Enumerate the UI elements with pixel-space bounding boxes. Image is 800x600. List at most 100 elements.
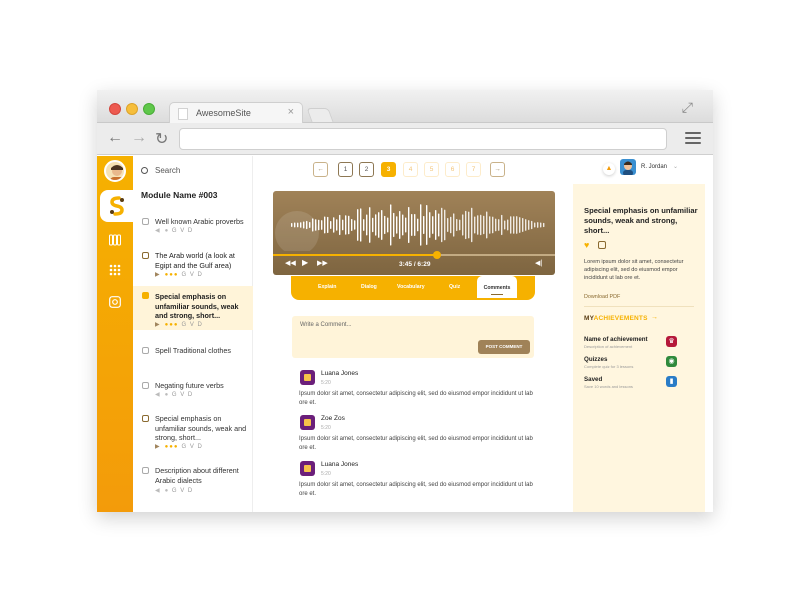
play-icon[interactable] <box>142 292 149 299</box>
lesson-checkbox[interactable] <box>142 252 149 259</box>
waveform-bar <box>444 209 446 241</box>
comment-author: Zoe Zos <box>321 415 345 422</box>
play-icon[interactable]: ▶ <box>302 258 308 267</box>
waveform-bar <box>363 219 365 231</box>
lesson-checkbox[interactable] <box>142 467 149 474</box>
fullscreen-icon[interactable]: ⤢ <box>682 99 693 116</box>
page-5-button[interactable]: 5 <box>424 162 439 177</box>
lesson-meta: ◀ ● G V D <box>155 228 194 234</box>
avatar <box>300 370 315 385</box>
rewind-icon[interactable]: ◀◀ <box>285 259 296 267</box>
page-6-button[interactable]: 6 <box>445 162 460 177</box>
lesson-meta-label: G V D <box>171 392 194 398</box>
lesson-meta-label: G V D <box>181 272 203 278</box>
lesson-item[interactable]: Description about different Arabic diale… <box>133 463 253 503</box>
next-page-button[interactable]: → <box>490 162 505 177</box>
stage: AwesomeSite × ⤢ ← → ↻ Search Module Name… <box>0 0 800 600</box>
waveform-bar <box>501 214 503 236</box>
forward-arrow-icon[interactable]: → <box>131 129 147 147</box>
achievements-arrow-icon[interactable]: → <box>651 314 658 321</box>
reload-icon[interactable]: ↻ <box>155 129 168 149</box>
hamburger-menu-icon[interactable] <box>685 132 701 146</box>
new-tab-button[interactable] <box>306 108 334 122</box>
rail-item-lessons[interactable] <box>100 190 133 222</box>
download-pdf-link[interactable]: Download PDF <box>584 294 620 300</box>
avatar <box>300 415 315 430</box>
waveform-bar <box>333 217 335 233</box>
post-comment-button[interactable]: POST COMMENT <box>478 340 530 354</box>
grid-icon[interactable] <box>97 264 133 279</box>
lesson-title: Well known Arabic proverbs <box>155 217 244 226</box>
tab-explain[interactable]: Explain <box>318 284 336 290</box>
bell-icon[interactable]: ▲ <box>603 163 615 175</box>
lesson-item[interactable]: Negating future verbs ◀ ● G V D <box>133 378 253 404</box>
lesson-checkbox[interactable] <box>142 347 149 354</box>
record-icon[interactable] <box>97 296 133 311</box>
address-bar[interactable] <box>179 128 667 150</box>
quiz-icon: ◉ <box>666 356 677 367</box>
browser-tab[interactable]: AwesomeSite × <box>169 102 303 124</box>
browser-window: AwesomeSite × ⤢ ← → ↻ Search Module Name… <box>97 90 713 512</box>
waveform-bar <box>528 220 530 230</box>
books-icon[interactable] <box>97 234 133 249</box>
avatar[interactable] <box>620 159 636 175</box>
comment-input[interactable]: Write a Comment... POST COMMENT <box>292 316 534 358</box>
nav-rail <box>97 156 133 512</box>
lesson-checkbox[interactable] <box>142 382 149 389</box>
avatar[interactable] <box>104 160 126 182</box>
waveform-bar <box>324 216 326 234</box>
maximize-window-button[interactable] <box>143 103 155 115</box>
back-arrow-icon[interactable]: ← <box>107 129 123 147</box>
waveform-bar <box>384 215 386 235</box>
lesson-item-active[interactable]: Special emphasis on unfamiliar sounds, w… <box>133 286 253 330</box>
user-name[interactable]: R. Jordan <box>641 164 667 170</box>
waveform-bar <box>330 221 332 229</box>
lesson-checkbox[interactable] <box>142 218 149 225</box>
bookmark-icon[interactable] <box>598 241 606 249</box>
page-3-button[interactable]: 3 <box>381 162 396 177</box>
audio-player: ◀◀ ▶ ▶▶ 3:45 / 6:29 ◀| <box>273 191 555 275</box>
achievement-desc: Save 10 words and lessons <box>584 384 633 389</box>
heart-icon[interactable]: ♥ <box>584 240 589 250</box>
module-title: Module Name #003 <box>141 190 218 200</box>
lesson-title: Special emphasis on unfamiliar sounds, w… <box>155 292 239 320</box>
waveform-bar <box>525 219 527 231</box>
waveform-bar <box>399 211 401 239</box>
tab-dialog[interactable]: Dialog <box>361 284 377 290</box>
page-4-button[interactable]: 4 <box>403 162 418 177</box>
page-7-button[interactable]: 7 <box>466 162 481 177</box>
tab-quiz[interactable]: Quiz <box>449 284 460 290</box>
waveform-bar <box>345 215 347 235</box>
chevron-down-icon[interactable]: ⌄ <box>673 163 678 170</box>
audio-progress-knob[interactable] <box>432 251 441 259</box>
page-1-button[interactable]: 1 <box>338 162 353 177</box>
close-window-button[interactable] <box>109 103 121 115</box>
waveform-bar <box>414 214 416 236</box>
tab-comments-label: Comments <box>483 285 511 291</box>
achievement-desc: Complete quiz for 3 lessons <box>584 364 634 369</box>
lesson-item[interactable]: Special emphasis on unfamiliar sounds, w… <box>133 411 253 455</box>
lesson-meta: ▶ ●●● G V D <box>155 322 203 328</box>
prev-page-button[interactable]: ← <box>313 162 328 177</box>
volume-icon[interactable]: ◀| <box>535 259 542 267</box>
browser-titlebar: AwesomeSite × ⤢ <box>97 90 713 124</box>
audio-progress-bar[interactable] <box>273 251 555 259</box>
lesson-item[interactable]: Well known Arabic proverbs ◀ ● G V D <box>133 214 253 240</box>
forward-icon[interactable]: ▶▶ <box>317 259 328 267</box>
tab-vocabulary[interactable]: Vocabulary <box>397 284 425 290</box>
waveform-bar <box>426 205 428 245</box>
achievements-heading: MYACHIEVEMENTS <box>584 315 648 322</box>
waveform <box>275 204 545 251</box>
tab-comments[interactable]: Comments <box>477 276 517 298</box>
page-2-button[interactable]: 2 <box>359 162 374 177</box>
panel-title: Special emphasis on unfamiliar sounds, w… <box>584 206 698 235</box>
lesson-checkbox[interactable] <box>142 415 149 422</box>
minimize-window-button[interactable] <box>126 103 138 115</box>
lesson-item[interactable]: Spell Traditional clothes <box>133 343 253 361</box>
tab-close-icon[interactable]: × <box>288 106 294 118</box>
lesson-title: Spell Traditional clothes <box>155 346 231 355</box>
achievement-name: Saved <box>584 376 603 383</box>
lesson-item[interactable]: The Arab world (a look at Egipt and the … <box>133 248 253 282</box>
search-input[interactable]: Search <box>141 166 180 175</box>
waveform-bar <box>483 215 485 235</box>
